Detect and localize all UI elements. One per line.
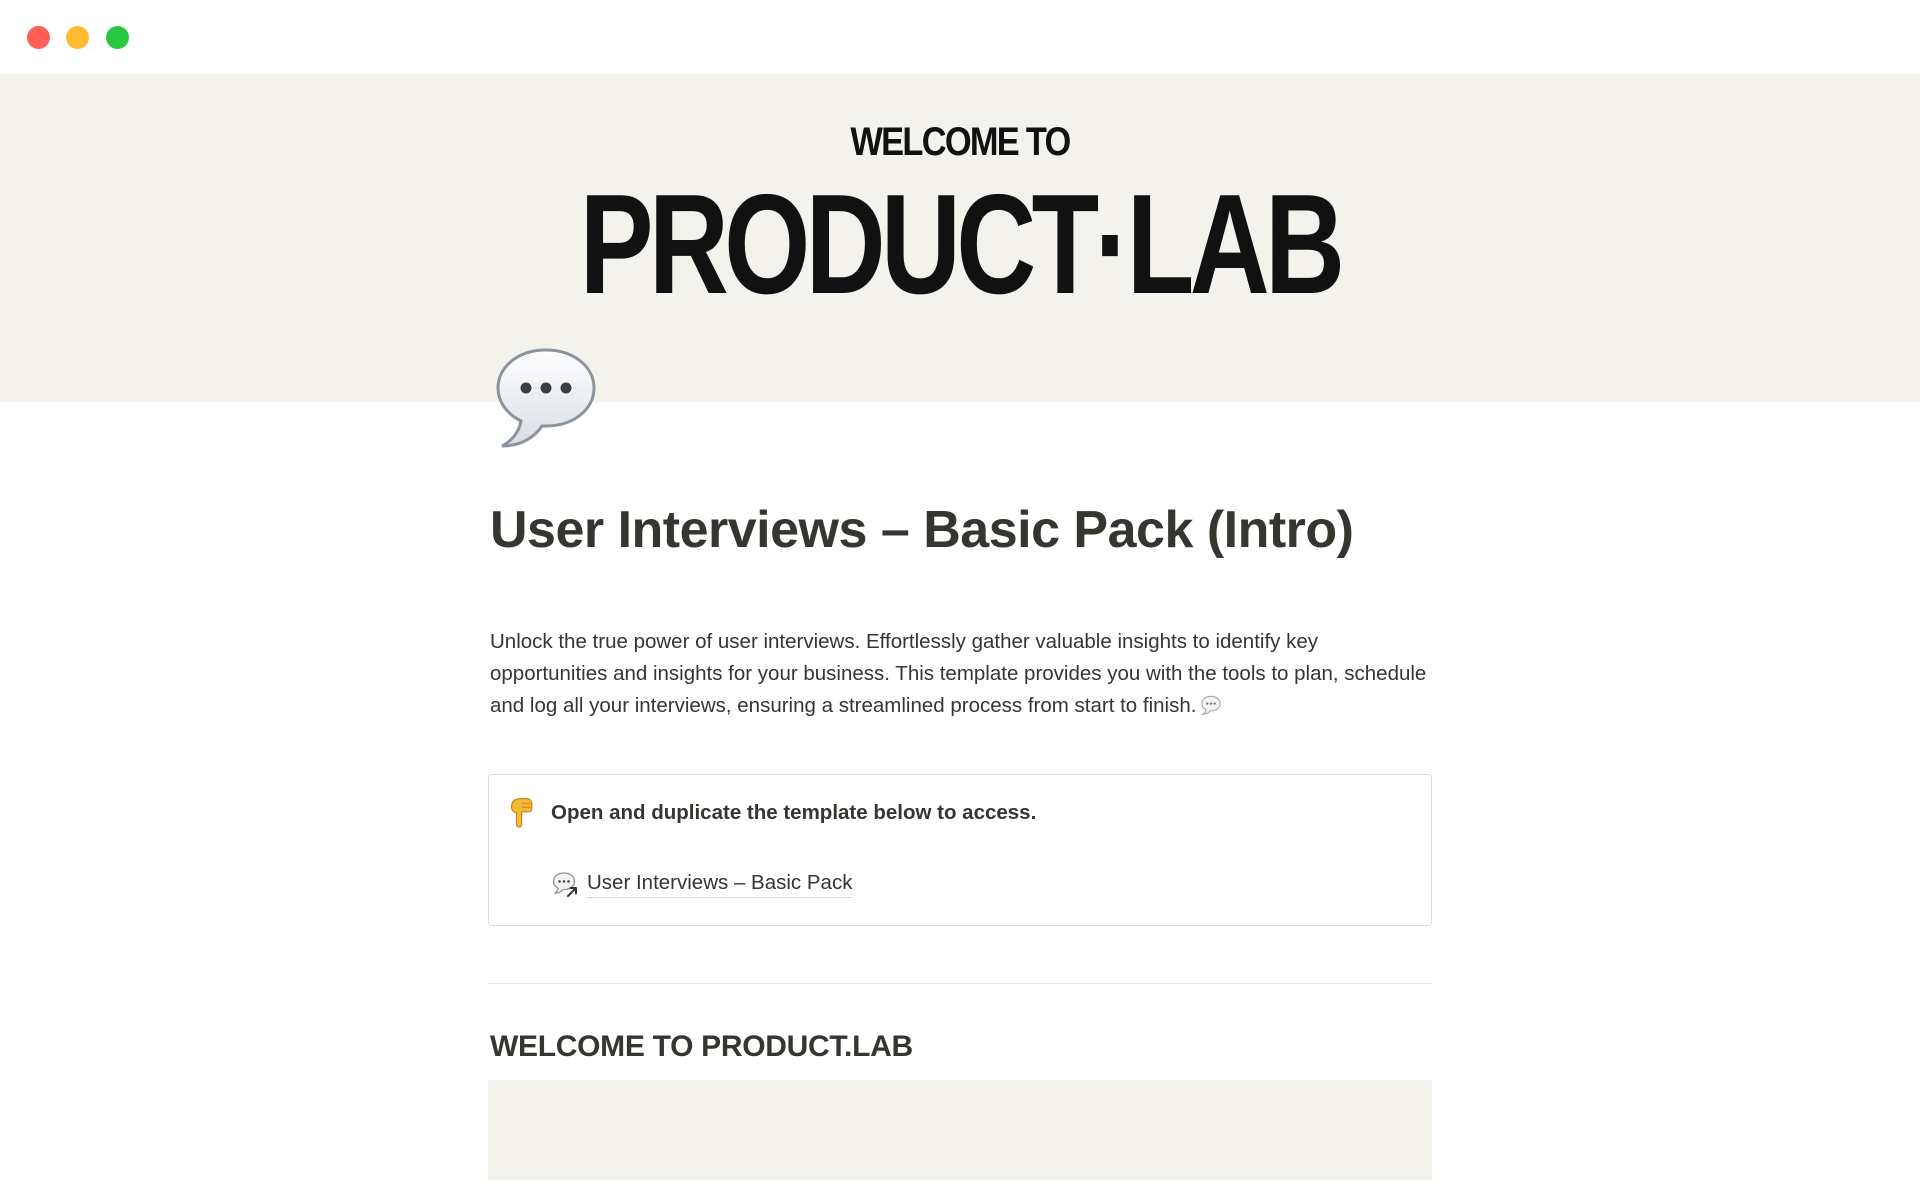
cover-kicker: WELCOME TO	[850, 120, 1071, 164]
window-titlebar	[0, 0, 1920, 74]
page-cover[interactable]: WELCOME TO PRODUCT·LAB	[0, 74, 1920, 402]
intro-text: Unlock the true power of user interviews…	[490, 630, 1427, 717]
template-page-link[interactable]: User Interviews – Basic Pack	[551, 869, 853, 898]
speech-bubble-link-icon	[552, 871, 577, 897]
callout-block: Open and duplicate the template below to…	[488, 774, 1432, 926]
page-title[interactable]: User Interviews – Basic Pack (Intro)	[490, 500, 1354, 560]
callout-text: Open and duplicate the template below to…	[551, 801, 1037, 824]
embedded-image-block[interactable]	[488, 1080, 1432, 1180]
cover-title: PRODUCT·LAB	[579, 165, 1345, 324]
pointing-down-hand-icon	[510, 798, 533, 828]
speech-bubble-icon	[1201, 695, 1222, 715]
template-link-label[interactable]: User Interviews – Basic Pack	[587, 869, 853, 898]
close-window-button[interactable]	[27, 26, 50, 49]
divider	[488, 983, 1432, 984]
intro-paragraph: Unlock the true power of user interviews…	[490, 626, 1430, 722]
minimize-window-button[interactable]	[66, 26, 89, 49]
speech-bubble-icon[interactable]	[490, 342, 602, 454]
maximize-window-button[interactable]	[106, 26, 129, 49]
section-heading[interactable]: WELCOME TO PRODUCT.LAB	[490, 1030, 913, 1064]
